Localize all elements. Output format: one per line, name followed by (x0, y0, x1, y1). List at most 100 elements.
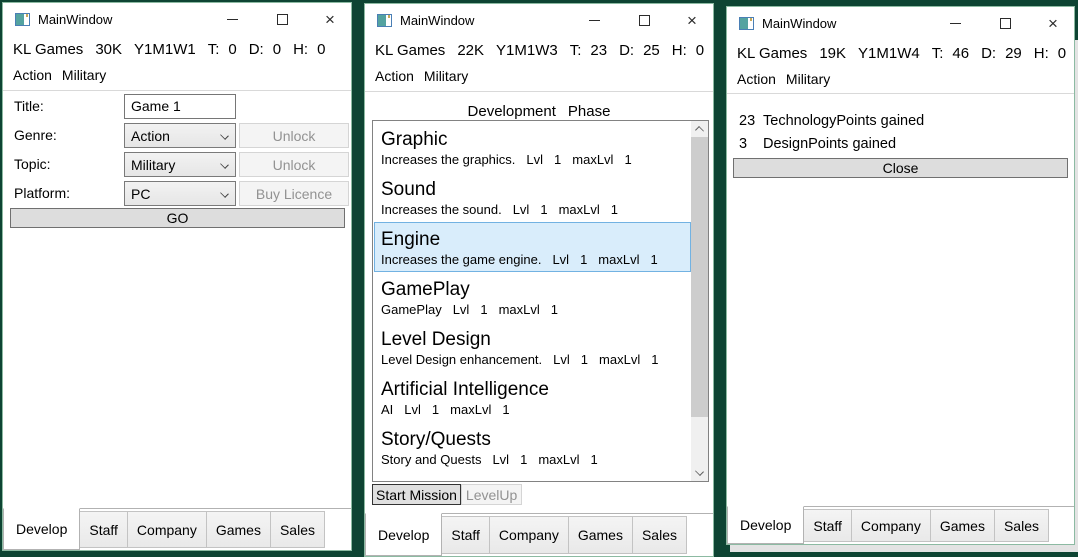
scroll-down-icon[interactable] (691, 465, 708, 481)
money-value: 19K (819, 45, 846, 62)
topic-select[interactable]: Military (124, 152, 236, 177)
design-label: D: (619, 42, 634, 59)
maxlvl-label: maxLvl (599, 352, 640, 367)
menu-bar: Action Military (13, 67, 347, 89)
main-window-results: MainWindow KL Games19KY1M1W4T:46D:29H:0 … (726, 6, 1075, 545)
titlebar[interactable]: MainWindow (365, 4, 713, 38)
item-desc: AI (381, 402, 393, 417)
list-item-gameplay[interactable]: GamePlay GamePlayLvl1maxLvl1 (374, 272, 691, 322)
menu-divider (3, 90, 351, 91)
platform-select[interactable]: PC (124, 181, 236, 206)
menu-item-military[interactable]: Military (424, 68, 468, 84)
maxlvl-value: 1 (650, 252, 657, 267)
tab-games[interactable]: Games (930, 509, 995, 542)
design-value: 0 (273, 41, 281, 58)
design-label: D: (981, 45, 996, 62)
tab-develop[interactable]: Develop (365, 513, 442, 556)
main-window-development-phase: MainWindow KL Games22KY1M1W3T:23D:25H:0 … (364, 3, 714, 557)
list-item-engine-selected[interactable]: Engine Increases the game engine.Lvl1max… (374, 222, 691, 272)
hype-value: 0 (696, 42, 704, 59)
maximize-icon[interactable] (633, 8, 655, 32)
levelup-button[interactable]: LevelUp (461, 484, 522, 505)
go-button[interactable]: GO (10, 208, 345, 228)
chevron-down-icon (221, 161, 228, 168)
tab-company[interactable]: Company (851, 509, 931, 542)
menu-item-action[interactable]: Action (737, 71, 776, 87)
list-item-dialogs[interactable]: Dialogs (374, 472, 691, 481)
design-label: D: (249, 41, 264, 58)
list-item-graphic[interactable]: Graphic Increases the graphics.Lvl1maxLv… (374, 122, 691, 172)
menu-bar: Action Military (375, 68, 709, 90)
close-icon[interactable] (319, 7, 341, 31)
window-title: MainWindow (38, 12, 112, 27)
menu-bar: Action Military (737, 71, 1070, 93)
tab-staff[interactable]: Staff (803, 509, 852, 542)
list-item-level-design[interactable]: Level Design Level Design enhancement.Lv… (374, 322, 691, 372)
money-value: 22K (457, 42, 484, 59)
unlock-genre-button[interactable]: Unlock (239, 123, 349, 148)
menu-item-action[interactable]: Action (375, 68, 414, 84)
titlebar[interactable]: MainWindow (3, 3, 351, 37)
genre-select[interactable]: Action (124, 123, 236, 148)
tech-label: T: (570, 42, 582, 59)
scroll-up-icon[interactable] (691, 121, 708, 137)
list-item-artificial-intelligence[interactable]: Artificial Intelligence AILvl1maxLvl1 (374, 372, 691, 422)
buy-licence-button[interactable]: Buy Licence (239, 181, 349, 206)
close-icon[interactable] (681, 8, 703, 32)
tech-value: 0 (228, 41, 236, 58)
maxlvl-label: maxLvl (572, 152, 613, 167)
list-item-sound[interactable]: Sound Increases the sound.Lvl1maxLvl1 (374, 172, 691, 222)
start-mission-button[interactable]: Start Mission (372, 484, 461, 505)
close-results-button[interactable]: Close (733, 158, 1068, 178)
maxlvl-value: 1 (551, 302, 558, 317)
tab-staff[interactable]: Staff (441, 516, 490, 554)
minimize-icon[interactable] (221, 7, 243, 31)
maxlvl-value: 1 (591, 452, 598, 467)
lvl-label: Lvl (492, 452, 509, 467)
maximize-icon[interactable] (994, 11, 1016, 35)
list-item-story-quests[interactable]: Story/Quests Story and QuestsLvl1maxLvl1 (374, 422, 691, 472)
tab-games[interactable]: Games (568, 516, 633, 554)
minimize-icon[interactable] (583, 8, 605, 32)
menu-divider (727, 93, 1074, 94)
tab-staff[interactable]: Staff (79, 511, 128, 548)
maximize-icon[interactable] (271, 7, 293, 31)
tab-develop[interactable]: Develop (3, 508, 80, 550)
lvl-label: Lvl (552, 252, 569, 267)
tab-bar: Develop Staff Company Games Sales (365, 513, 713, 556)
lvl-label: Lvl (513, 202, 530, 217)
menu-item-military[interactable]: Military (786, 71, 830, 87)
company-name: KL Games (375, 42, 445, 59)
tab-games[interactable]: Games (206, 511, 271, 548)
game-title-input[interactable]: Game 1 (124, 94, 236, 119)
tab-company[interactable]: Company (489, 516, 569, 554)
tab-sales[interactable]: Sales (994, 509, 1049, 542)
close-icon[interactable] (1042, 11, 1064, 35)
maxlvl-value: 1 (611, 202, 618, 217)
menu-divider (365, 91, 713, 92)
tab-sales[interactable]: Sales (632, 516, 687, 554)
development-items: Graphic Increases the graphics.Lvl1maxLv… (374, 122, 691, 481)
date-value: Y1M1W4 (858, 45, 920, 62)
menu-item-military[interactable]: Military (62, 67, 106, 83)
hype-value: 0 (1058, 45, 1066, 62)
maxlvl-value: 1 (651, 352, 658, 367)
design-value: 25 (643, 42, 660, 59)
minimize-icon[interactable] (944, 11, 966, 35)
tab-company[interactable]: Company (127, 511, 207, 548)
unlock-topic-button[interactable]: Unlock (239, 152, 349, 177)
tech-label: T: (932, 45, 944, 62)
menu-item-action[interactable]: Action (13, 67, 52, 83)
titlebar[interactable]: MainWindow (727, 7, 1074, 41)
item-desc: Increases the graphics. (381, 152, 515, 167)
tab-sales[interactable]: Sales (270, 511, 325, 548)
development-list: Graphic Increases the graphics.Lvl1maxLv… (372, 120, 709, 482)
money-value: 30K (95, 41, 122, 58)
scrollbar-thumb[interactable] (691, 137, 708, 417)
tab-develop[interactable]: Develop (727, 506, 804, 544)
item-desc: Level Design enhancement. (381, 352, 542, 367)
hype-value: 0 (317, 41, 325, 58)
scrollbar[interactable] (691, 121, 708, 481)
lvl-value: 1 (581, 352, 588, 367)
development-phase-header: DevelopmentPhase (365, 103, 713, 120)
